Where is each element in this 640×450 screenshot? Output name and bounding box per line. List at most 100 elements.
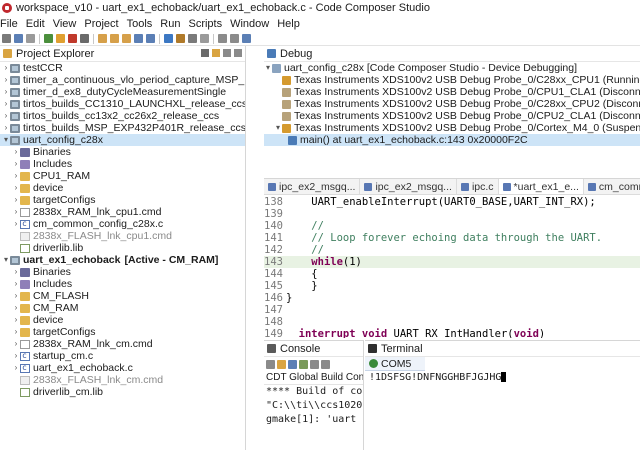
chevron-right-icon[interactable]: › (12, 338, 20, 350)
code-line[interactable]: 142 // (264, 244, 640, 256)
tree-item-cm-flash[interactable]: › CM_FLASH (0, 290, 245, 302)
debug-header[interactable]: Debug (264, 46, 640, 62)
code-line[interactable]: 148 (264, 316, 640, 328)
chevron-right-icon[interactable]: › (2, 122, 10, 134)
chevron-right-icon[interactable]: › (2, 86, 10, 98)
scroll-lock-icon[interactable] (277, 359, 286, 369)
console-header[interactable]: Console (264, 341, 363, 357)
tree-item-2838x-flash-lnk-cm-cmd[interactable]: 2838x_FLASH_lnk_cm.cmd (0, 374, 245, 386)
tree-item-uart-ex1-echoback-c[interactable]: › uart_ex1_echoback.c (0, 362, 245, 375)
terminal-header[interactable]: Terminal (365, 341, 640, 357)
code-line[interactable]: 138 UART_enableInterrupt(UART0_BASE,UART… (264, 196, 640, 208)
code-line[interactable]: 140 // (264, 220, 640, 232)
tree-item-2838x-ram-lnk-cm-cmd[interactable]: › 2838x_RAM_lnk_cm.cmd (0, 338, 245, 350)
terminal-output[interactable]: !1DSFSG!DNFNGGHBFJGJHG (365, 371, 640, 385)
chevron-down-icon[interactable]: ▾ (2, 134, 10, 146)
chevron-down-icon[interactable]: ▾ (2, 254, 10, 266)
step-into-icon[interactable] (98, 34, 107, 43)
terminate-icon[interactable] (68, 34, 77, 43)
chevron-right-icon[interactable]: › (12, 218, 20, 230)
search-icon[interactable] (188, 34, 197, 43)
tree-item-binaries[interactable]: › Binaries (0, 266, 245, 278)
tree-item-driverlib-cm-lib[interactable]: driverlib_cm.lib (0, 386, 245, 398)
step-return-icon[interactable] (122, 34, 131, 43)
pin-console-icon[interactable] (288, 359, 297, 369)
chevron-right-icon[interactable]: › (12, 278, 20, 290)
save-all-icon[interactable] (26, 34, 35, 43)
console-view-menu-icon[interactable] (321, 359, 330, 369)
chevron-right-icon[interactable]: › (2, 110, 10, 122)
tree-item-cm-ram[interactable]: › CM_RAM (0, 302, 245, 314)
chevron-right-icon[interactable]: › (12, 350, 20, 362)
menu-help[interactable]: Help (273, 18, 304, 30)
external-tools-icon[interactable] (200, 34, 209, 43)
code-line[interactable]: 147 (264, 304, 640, 316)
editor-tab[interactable]: cm_common_co... (584, 179, 640, 194)
project-item-uart-ex1-echoback[interactable]: ▾ uart_ex1_echoback [Active - CM_RAM] (0, 254, 245, 266)
tree-item-device[interactable]: › device (0, 314, 245, 326)
debug-icon[interactable] (164, 34, 173, 43)
tree-item-device[interactable]: › device (0, 182, 245, 194)
chevron-right-icon[interactable]: › (12, 182, 20, 194)
tree-item-startup-cm-c[interactable]: › startup_cm.c (0, 350, 245, 363)
assembly-step-icon[interactable] (134, 34, 143, 43)
tree-item-driverlib-lib[interactable]: driverlib.lib (0, 242, 245, 254)
link-editor-icon[interactable] (212, 49, 220, 57)
resume-icon[interactable] (44, 34, 53, 43)
tree-item-targetconfigs[interactable]: › targetConfigs (0, 194, 245, 206)
chevron-right-icon[interactable]: › (12, 146, 20, 158)
clear-console-icon[interactable] (266, 359, 275, 369)
code-line[interactable]: 144 { (264, 268, 640, 280)
editor-tab[interactable]: ipc.c (457, 179, 499, 194)
new-icon[interactable] (2, 34, 11, 43)
project-item-tirtos-builds-cc1310-launchxl-release-ccs[interactable]: › tirtos_builds_CC1310_LAUNCHXL_release_c… (0, 98, 245, 110)
chevron-right-icon[interactable]: › (12, 362, 20, 374)
chevron-right-icon[interactable]: › (12, 266, 20, 278)
chevron-right-icon[interactable]: › (2, 62, 10, 74)
chevron-right-icon[interactable]: › (12, 194, 20, 206)
menu-tools[interactable]: Tools (123, 18, 157, 30)
chevron-right-icon[interactable]: › (12, 326, 20, 338)
chevron-right-icon[interactable]: › (12, 302, 20, 314)
debug-thread-row[interactable]: Texas Instruments XDS100v2 USB Debug Pro… (264, 86, 640, 98)
chevron-down-icon[interactable]: ▾ (264, 62, 272, 74)
chevron-right-icon[interactable]: › (12, 158, 20, 170)
collapse-all-icon[interactable] (201, 49, 209, 57)
back-icon[interactable] (218, 34, 227, 43)
code-line[interactable]: 149 __interrupt void UART_RX_IntHandler(v… (264, 328, 640, 338)
code-line[interactable]: 141 // Loop forever echoing data through… (264, 232, 640, 244)
chevron-right-icon[interactable]: › (2, 98, 10, 110)
suspend-icon[interactable] (56, 34, 65, 43)
project-item-timer-a-continuous-vlo-period-capture-msp-exp432p401[interactable]: › timer_a_continuous_vlo_period_capture_M… (0, 74, 245, 86)
save-icon[interactable] (14, 34, 23, 43)
tree-item-targetconfigs[interactable]: › targetConfigs (0, 326, 245, 338)
menu-run[interactable]: Run (156, 18, 184, 30)
debug-thread-row[interactable]: ▾ Texas Instruments XDS100v2 USB Debug Pr… (264, 122, 640, 134)
display-console-icon[interactable] (299, 359, 308, 369)
editor-tab[interactable]: ipc_ex2_msgq... (360, 179, 457, 194)
code-line[interactable]: 145 } (264, 280, 640, 292)
debug-thread-row[interactable]: Texas Instruments XDS100v2 USB Debug Pro… (264, 110, 640, 122)
debug-thread-row[interactable]: Texas Instruments XDS100v2 USB Debug Pro… (264, 74, 640, 86)
menu-window[interactable]: Window (226, 18, 273, 30)
project-item-uart-config-c28x[interactable]: ▾ uart_config_c28x (0, 134, 245, 146)
tree-item-includes[interactable]: › Includes (0, 278, 245, 290)
chevron-down-icon[interactable]: ▾ (274, 122, 282, 134)
project-item-testccr[interactable]: › testCCR (0, 62, 245, 74)
chevron-right-icon[interactable]: › (2, 74, 10, 86)
debug-thread-row[interactable]: Texas Instruments XDS100v2 USB Debug Pro… (264, 98, 640, 110)
project-item-timer-d-ex8-dutycyclemeasurementsingle[interactable]: › timer_d_ex8_dutyCycleMeasurementSingle (0, 86, 245, 98)
debug-session-row[interactable]: ▾ uart_config_c28x [Code Composer Studio… (264, 62, 640, 74)
tree-item-binaries[interactable]: › Binaries (0, 146, 245, 158)
open-console-icon[interactable] (310, 359, 319, 369)
code-line[interactable]: 139 (264, 208, 640, 220)
step-over-icon[interactable] (110, 34, 119, 43)
project-item-tirtos-builds-msp-exp432p401r-release-ccs[interactable]: › tirtos_builds_MSP_EXP432P401R_release_c… (0, 122, 245, 134)
build-icon[interactable] (176, 34, 185, 43)
disconnect-icon[interactable] (80, 34, 89, 43)
stack-frame-row[interactable]: main() at uart_ex1_echoback.c:143 0x2000… (264, 134, 640, 146)
chevron-right-icon[interactable]: › (12, 170, 20, 182)
code-line[interactable]: 146} (264, 292, 640, 304)
project-item-tirtos-builds-cc13x2-cc26x2-release-ccs[interactable]: › tirtos_builds_cc13x2_cc26x2_release_ccs (0, 110, 245, 122)
menu-edit[interactable]: Edit (22, 18, 49, 30)
